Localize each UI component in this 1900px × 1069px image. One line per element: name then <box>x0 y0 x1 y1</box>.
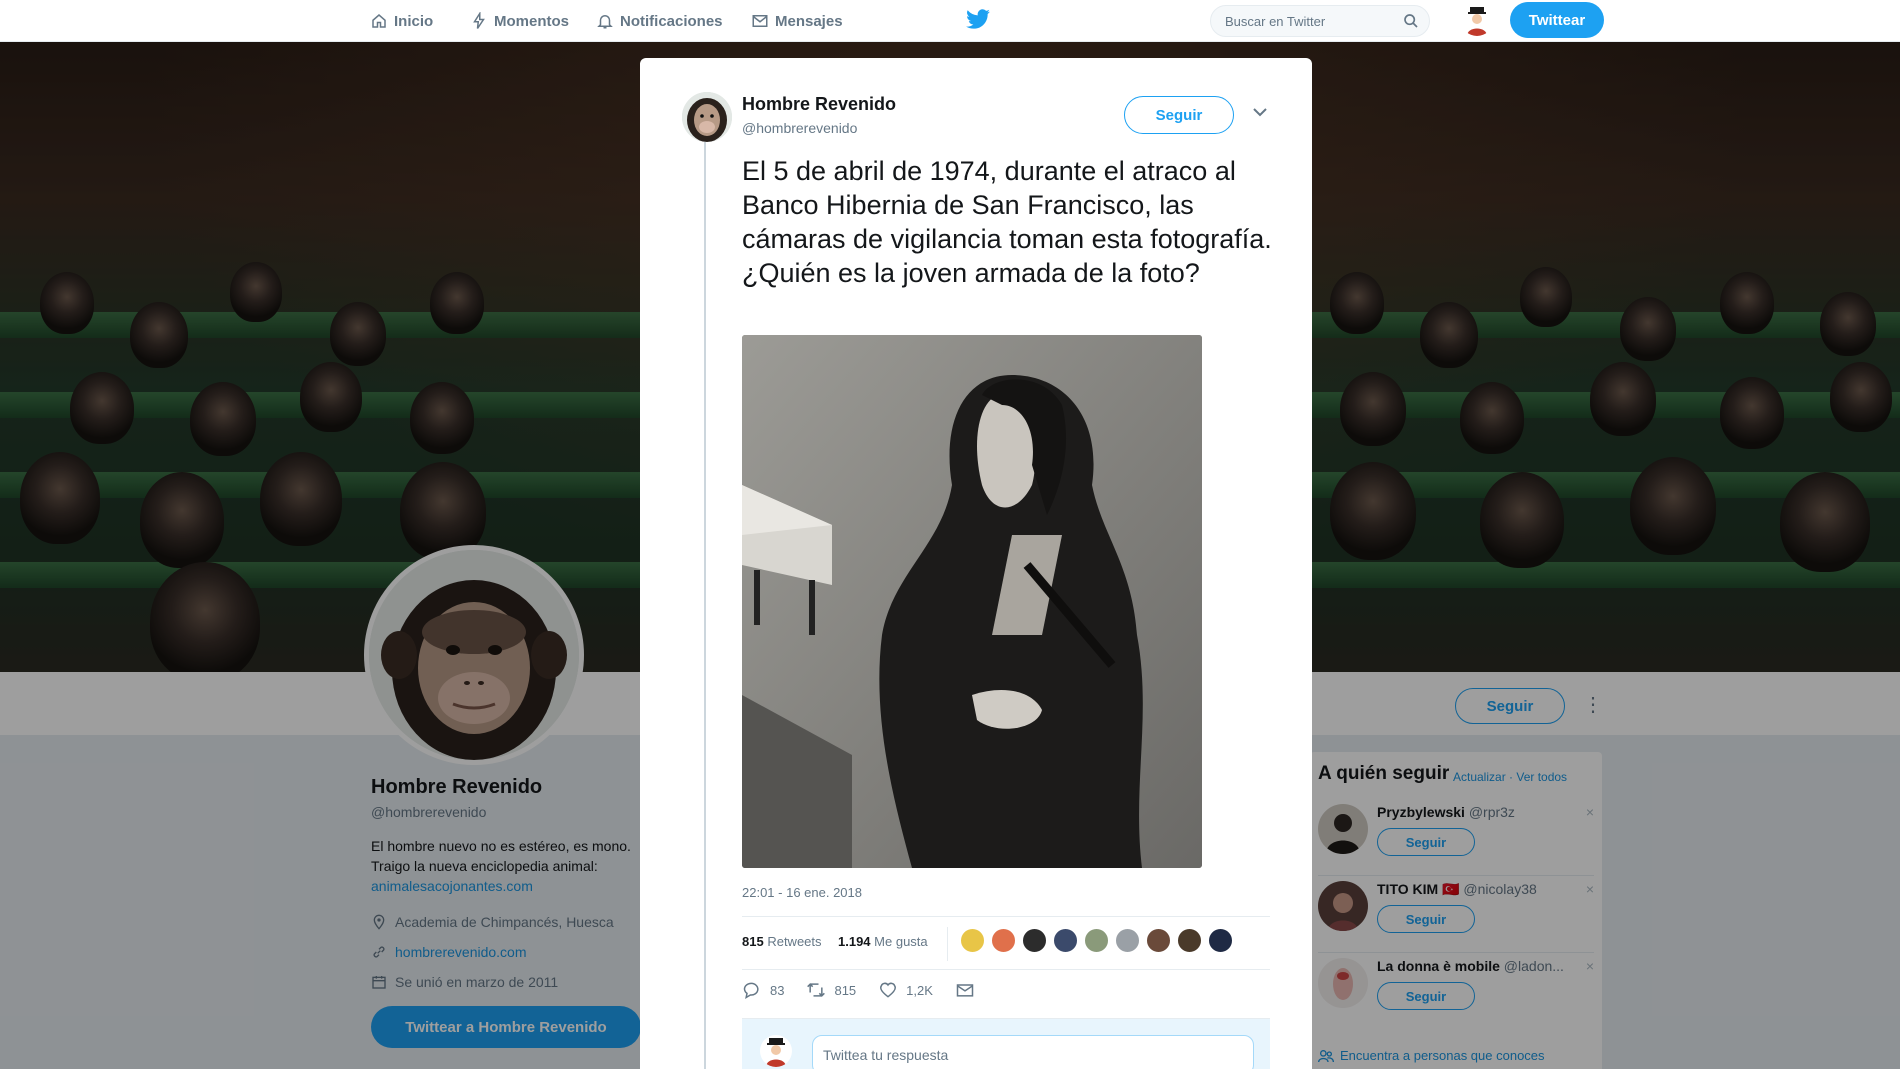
stats-divider <box>947 927 948 961</box>
liker-avatar[interactable] <box>991 928 1016 953</box>
reply-button[interactable]: 83 <box>742 980 784 1000</box>
lightning-icon <box>473 12 485 29</box>
tweet-author-name[interactable]: Hombre Revenido <box>742 94 896 115</box>
retweet-icon <box>807 983 826 997</box>
liker-avatar[interactable] <box>1084 928 1109 953</box>
reply-input[interactable] <box>812 1035 1254 1069</box>
retweet-button[interactable]: 815 <box>806 980 856 1000</box>
liker-avatar[interactable] <box>1115 928 1140 953</box>
liker-avatar[interactable] <box>1022 928 1047 953</box>
tweet-author-handle[interactable]: @hombrerevenido <box>742 120 857 136</box>
liker-avatar[interactable] <box>1177 928 1202 953</box>
user-avatar[interactable] <box>1461 4 1493 36</box>
liker-avatar[interactable] <box>1053 928 1078 953</box>
liker-avatar[interactable] <box>1146 928 1171 953</box>
like-count: 1,2K <box>906 982 933 998</box>
reply-count: 83 <box>770 982 785 998</box>
nav-notifications[interactable]: Notificaciones <box>596 8 723 34</box>
retweets-stat[interactable]: 815 Retweets <box>742 934 822 949</box>
liker-avatar[interactable] <box>1208 928 1233 953</box>
nav-home[interactable]: Inicio <box>370 8 433 34</box>
chevron-down-icon[interactable] <box>1252 106 1268 118</box>
nav-messages-label: Mensajes <box>775 12 843 30</box>
tweet-follow-button[interactable]: Seguir <box>1124 96 1234 134</box>
likers-avatars <box>960 928 1233 953</box>
reply-icon <box>743 982 759 1000</box>
liker-avatar[interactable] <box>960 928 985 953</box>
likes-stat[interactable]: 1.194 Me gusta <box>838 934 928 949</box>
tweet-actions: 83 815 1,2K <box>742 980 997 1000</box>
tweet-author-avatar[interactable] <box>682 92 732 142</box>
compose-tweet-button[interactable]: Twittear <box>1510 2 1604 38</box>
nav-moments-label: Momentos <box>494 12 569 30</box>
search-box <box>1210 5 1430 37</box>
thread-line <box>704 142 706 1069</box>
envelope-icon <box>956 984 974 997</box>
envelope-icon <box>752 15 768 27</box>
tweet-text: El 5 de abril de 1974, durante el atraco… <box>742 156 1272 288</box>
heart-icon <box>880 982 897 998</box>
tweet-stats: 815 Retweets 1.194 Me gusta <box>742 916 1270 970</box>
top-navigation-bar: Inicio Momentos Notificaciones Mensajes … <box>0 0 1900 42</box>
nav-messages[interactable]: Mensajes <box>751 8 843 34</box>
nav-home-label: Inicio <box>394 12 434 30</box>
nav-notifications-label: Notificaciones <box>620 12 723 30</box>
retweet-count: 815 <box>834 982 857 998</box>
tweet-photo[interactable] <box>742 335 1202 868</box>
like-button[interactable]: 1,2K <box>878 980 933 1000</box>
search-icon[interactable] <box>1403 13 1419 29</box>
tweet-timestamp[interactable]: 22:01 - 16 ene. 2018 <box>742 885 862 900</box>
search-input[interactable] <box>1225 13 1403 29</box>
twitter-logo-icon[interactable] <box>965 9 991 31</box>
reply-composer <box>742 1018 1270 1069</box>
nav-moments[interactable]: Momentos <box>470 8 569 34</box>
home-icon <box>372 14 386 28</box>
direct-message-button[interactable] <box>955 980 975 1000</box>
bell-icon <box>597 15 613 29</box>
composer-avatar <box>760 1035 792 1067</box>
